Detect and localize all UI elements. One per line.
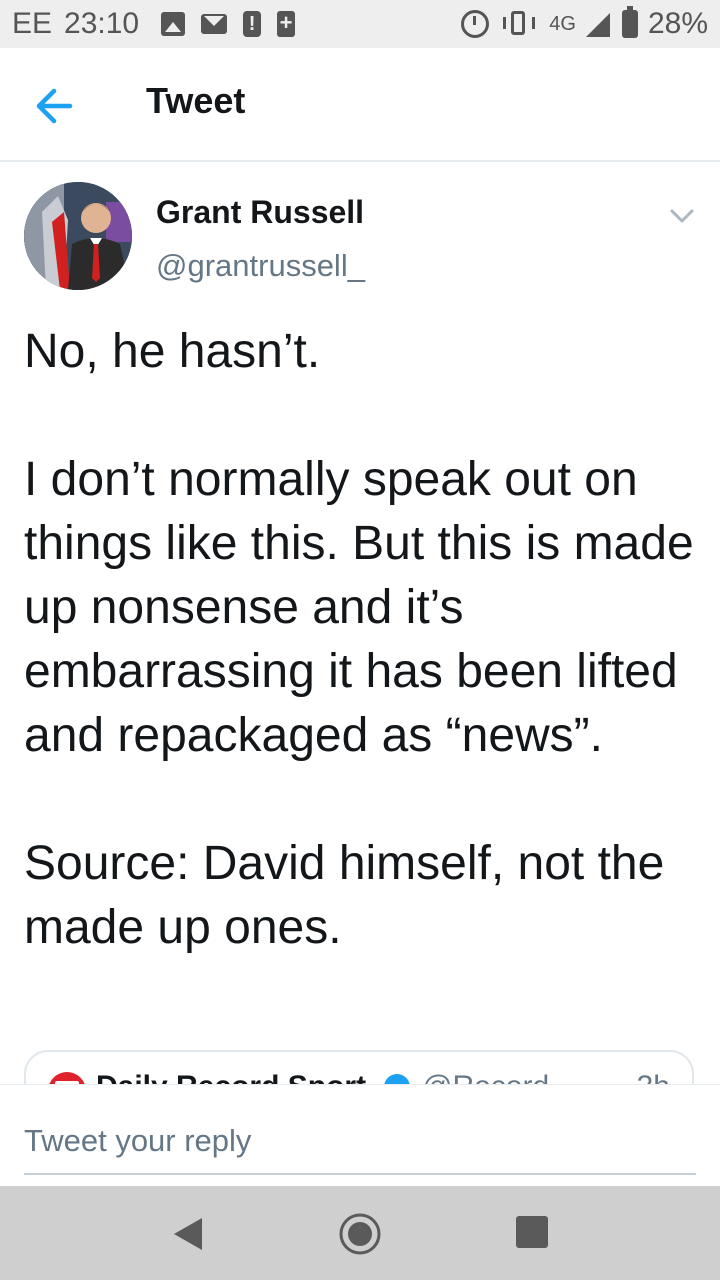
avatar-image — [24, 182, 132, 290]
tweet-options-button[interactable] — [668, 202, 696, 230]
reply-input[interactable] — [24, 1109, 696, 1175]
mail-notification-icon — [201, 14, 228, 34]
tweet-author: Grant Russell @grantrussell_ — [24, 182, 696, 302]
carrier-label: EE — [12, 7, 53, 40]
network-type: 4G — [549, 12, 576, 35]
alarm-icon — [461, 10, 490, 38]
square-recents-icon[interactable] — [516, 1216, 548, 1248]
add-notification-icon — [277, 10, 296, 37]
nav-back-button[interactable] — [170, 1216, 206, 1252]
clock: 23:10 — [64, 7, 140, 40]
tweet-paragraph: No, he hasn’t. — [24, 325, 321, 378]
notification-icons — [161, 10, 296, 37]
tweet-paragraph: I don’t normally speak out on things lik… — [24, 453, 694, 762]
tweet-paragraph: Source: David himself, not the made up o… — [24, 837, 665, 954]
image-notification-icon — [161, 12, 186, 36]
author-name[interactable]: Grant Russell — [156, 194, 364, 231]
battery-icon — [621, 6, 638, 38]
app-header: Tweet — [0, 48, 720, 162]
battery-percent: 28% — [647, 7, 708, 40]
status-left: EE 23:10 — [12, 0, 296, 48]
status-bar: EE 23:10 4G 28% — [0, 0, 720, 48]
avatar[interactable] — [24, 182, 132, 290]
reply-bar — [0, 1084, 720, 1185]
triangle-back-icon — [174, 1218, 202, 1250]
signal-icon — [585, 11, 612, 37]
chevron-down-icon — [670, 209, 694, 223]
back-button[interactable] — [26, 78, 82, 134]
circle-home-icon — [339, 1213, 381, 1255]
tweet-text: No, he hasn’t. I don’t normally speak ou… — [24, 320, 696, 960]
status-right: 4G 28% — [461, 0, 708, 48]
vibrate-icon — [499, 11, 539, 37]
nav-home-button[interactable] — [338, 1212, 382, 1256]
page-title: Tweet — [146, 80, 246, 121]
author-handle[interactable]: @grantrussell_ — [156, 248, 365, 284]
alert-notification-icon — [243, 11, 262, 37]
system-nav-bar — [0, 1186, 720, 1280]
arrow-left-icon — [36, 88, 73, 124]
